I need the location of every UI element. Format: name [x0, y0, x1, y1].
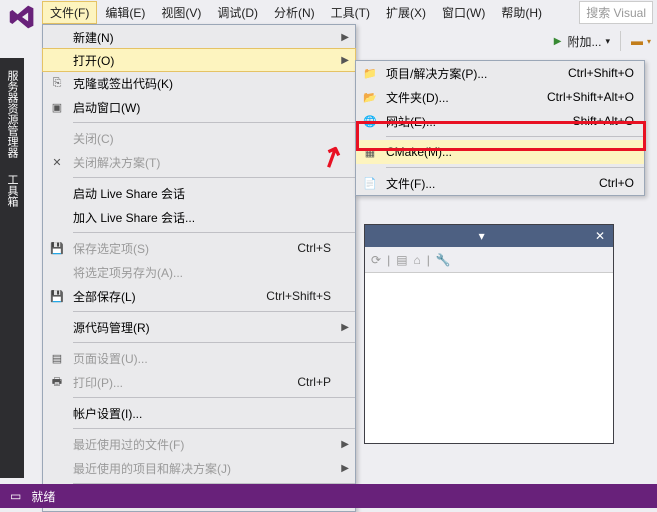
panel-toolbar: ⟳ | ▤ ⌂ | 🔧 — [365, 247, 613, 273]
file-close[interactable]: 关闭(C) — [43, 126, 355, 150]
save-icon: 💾 — [49, 240, 65, 256]
file-save-all[interactable]: 💾全部保存(L)Ctrl+Shift+S — [43, 284, 355, 308]
globe-icon: 🌐 — [362, 113, 378, 129]
file-scm[interactable]: 源代码管理(R)▶ — [43, 315, 355, 339]
panel-tool-home-icon[interactable]: ⌂ — [414, 253, 421, 267]
vtab-server-explorer[interactable]: 服务器资源管理器 — [2, 64, 22, 164]
chevron-right-icon: ▶ — [341, 439, 349, 450]
file-recent-solutions[interactable]: 最近使用的项目和解决方案(J)▶ — [43, 456, 355, 480]
window-icon: ▣ — [49, 99, 65, 115]
save-all-icon: 💾 — [49, 288, 65, 304]
open-file[interactable]: 📄文件(F)...Ctrl+O — [356, 171, 644, 195]
file-page-setup[interactable]: ▤页面设置(U)... — [43, 346, 355, 370]
menu-help[interactable]: 帮助(H) — [493, 1, 550, 24]
open-website[interactable]: 🌐网站(E)...Shift+Alt+O — [356, 109, 644, 133]
file-liveshare-join[interactable]: 加入 Live Share 会话... — [43, 205, 355, 229]
panel-tool-list-icon[interactable]: ▤ — [396, 253, 407, 267]
open-cmake[interactable]: ▦CMake(M)... — [356, 140, 644, 164]
side-toolwells: 服务器资源管理器 工具箱 — [0, 58, 24, 478]
toolbar-extra-icon[interactable]: ▬▾ — [625, 32, 657, 50]
panel-pin-icon[interactable]: ▾ — [475, 229, 489, 243]
open-project[interactable]: 📁项目/解决方案(P)...Ctrl+Shift+O — [356, 61, 644, 85]
file-save-selected[interactable]: 💾保存选定项(S)Ctrl+S — [43, 236, 355, 260]
menu-window[interactable]: 窗口(W) — [434, 1, 493, 24]
clone-icon: ⎘ — [49, 75, 65, 91]
menubar: 文件(F) 编辑(E) 视图(V) 调试(D) 分析(N) 工具(T) 扩展(X… — [0, 0, 657, 24]
file-save-as[interactable]: 将选定项另存为(A)... — [43, 260, 355, 284]
vs-logo-icon — [8, 3, 36, 31]
file-dropdown: 新建(N)▶ 打开(O)▶ ⎘克隆或签出代码(K) ▣启动窗口(W) 关闭(C)… — [42, 24, 356, 512]
panel-tool-refresh-icon[interactable]: ⟳ — [371, 253, 381, 267]
chevron-right-icon: ▶ — [341, 32, 349, 43]
print-icon: 🖶 — [49, 374, 65, 390]
page-icon: ▤ — [49, 350, 65, 366]
panel-tool-wrench-icon[interactable]: 🔧 — [436, 253, 451, 267]
file-print[interactable]: 🖶打印(P)...Ctrl+P — [43, 370, 355, 394]
file-new[interactable]: 新建(N)▶ — [43, 25, 355, 49]
open-folder[interactable]: 📂文件夹(D)...Ctrl+Shift+Alt+O — [356, 85, 644, 109]
open-submenu: 📁项目/解决方案(P)...Ctrl+Shift+O 📂文件夹(D)...Ctr… — [355, 60, 645, 196]
statusbar-ready: 就绪 — [31, 488, 55, 505]
file-close-solution[interactable]: ✕关闭解决方案(T) — [43, 150, 355, 174]
search-input[interactable]: 搜索 Visual — [579, 1, 653, 24]
chevron-right-icon: ▶ — [341, 322, 349, 333]
menu-extensions[interactable]: 扩展(X) — [378, 1, 434, 24]
file-liveshare-start[interactable]: 启动 Live Share 会话 — [43, 181, 355, 205]
close-sol-icon: ✕ — [49, 154, 65, 170]
menu-edit[interactable]: 编辑(E) — [97, 1, 153, 24]
panel-close-icon[interactable]: ✕ — [591, 229, 609, 243]
play-icon[interactable]: ▶ — [554, 36, 562, 47]
attach-button[interactable]: 附加... ▾ — [561, 31, 616, 52]
menu-tools[interactable]: 工具(T) — [323, 1, 378, 24]
chevron-right-icon: ▶ — [341, 55, 349, 66]
statusbar: ▭ 就绪 — [0, 484, 657, 508]
chevron-right-icon: ▶ — [341, 463, 349, 474]
panel-title — [369, 229, 372, 243]
file-recent-files[interactable]: 最近使用过的文件(F)▶ — [43, 432, 355, 456]
vtab-toolbox[interactable]: 工具箱 — [2, 168, 22, 213]
file-open[interactable]: 打开(O)▶ — [42, 48, 356, 72]
folder-icon: 📂 — [362, 89, 378, 105]
project-icon: 📁 — [362, 65, 378, 81]
menu-file[interactable]: 文件(F) — [42, 1, 97, 24]
statusbar-icon: ▭ — [10, 489, 21, 503]
file-account[interactable]: 帐户设置(I)... — [43, 401, 355, 425]
tool-panel: ▾ ✕ ⟳ | ▤ ⌂ | 🔧 — [364, 224, 614, 444]
menu-view[interactable]: 视图(V) — [153, 1, 209, 24]
menu-analyze[interactable]: 分析(N) — [266, 1, 323, 24]
cmake-icon: ▦ — [362, 144, 378, 160]
menu-debug[interactable]: 调试(D) — [209, 1, 266, 24]
panel-titlebar[interactable]: ▾ ✕ — [365, 225, 613, 247]
file-startwindow[interactable]: ▣启动窗口(W) — [43, 95, 355, 119]
file-icon: 📄 — [362, 175, 378, 191]
file-clone[interactable]: ⎘克隆或签出代码(K) — [43, 71, 355, 95]
